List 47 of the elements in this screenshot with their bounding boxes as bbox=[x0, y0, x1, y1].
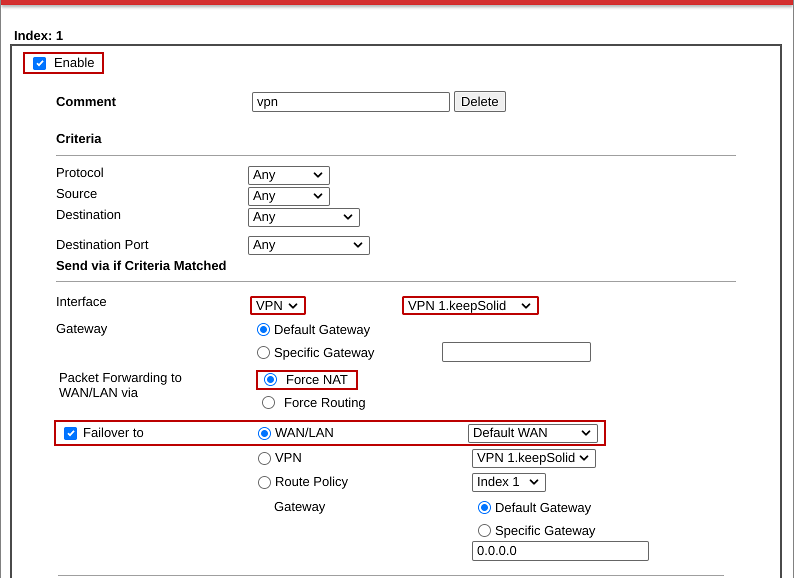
radio-label: Specific Gateway bbox=[495, 522, 596, 540]
criteria-label: Destination bbox=[56, 206, 122, 224]
gateway-label: Gateway bbox=[56, 320, 108, 338]
radio-label: VPN bbox=[275, 449, 302, 468]
section-title: Send via if Criteria Matched bbox=[56, 256, 228, 274]
dropdown[interactable]: VPN bbox=[250, 296, 306, 315]
enable-label: Enable bbox=[54, 54, 94, 72]
radio-button[interactable] bbox=[262, 396, 275, 409]
radio-label: Default Gateway bbox=[274, 320, 370, 339]
radio-label: Specific Gateway bbox=[274, 344, 374, 362]
radio-button[interactable] bbox=[264, 373, 277, 386]
input-field[interactable]: 0.0.0.0 bbox=[472, 541, 649, 561]
dropdown[interactable]: Any bbox=[248, 236, 370, 254]
radio-label: Force Routing bbox=[284, 394, 366, 412]
input-field[interactable]: vpn bbox=[252, 92, 450, 112]
dropdown[interactable]: Any bbox=[248, 208, 360, 226]
delete-button[interactable]: Delete bbox=[454, 91, 506, 112]
dropdown[interactable]: Any bbox=[248, 186, 330, 206]
criteria-label: Protocol bbox=[56, 164, 105, 182]
dropdown[interactable]: VPN 1.keepSolid bbox=[402, 296, 539, 315]
radio-button[interactable] bbox=[258, 476, 271, 488]
packet-forwarding-label: Packet Forwarding to WAN/LAN via bbox=[58, 370, 183, 402]
index-label: Index: 1 bbox=[14, 27, 64, 42]
criteria-label: Destination Port bbox=[56, 236, 150, 254]
dropdown[interactable]: Index 1 bbox=[472, 472, 546, 492]
criteria-label: Source bbox=[56, 185, 98, 204]
failover-label: Failover to bbox=[83, 424, 144, 442]
radio-label: WAN/LAN bbox=[275, 424, 334, 442]
dropdown[interactable]: VPN 1.keepSolid bbox=[472, 448, 596, 468]
interface-label: Interface bbox=[56, 293, 108, 311]
radio-button[interactable] bbox=[478, 524, 491, 537]
dropdown[interactable]: Any bbox=[248, 166, 330, 184]
checkbox[interactable] bbox=[64, 426, 77, 440]
section-title: Criteria bbox=[56, 130, 103, 148]
radio-button[interactable] bbox=[257, 322, 270, 336]
dropdown[interactable]: Default WAN bbox=[468, 424, 598, 442]
radio-label: Route Policy bbox=[275, 473, 348, 492]
checkbox[interactable] bbox=[33, 56, 46, 70]
comment-label: Comment bbox=[56, 92, 117, 111]
radio-label: Force NAT bbox=[286, 370, 348, 389]
radio-label: Default Gateway bbox=[495, 498, 592, 517]
input-field[interactable] bbox=[442, 342, 591, 362]
radio-button[interactable] bbox=[257, 346, 270, 359]
radio-button[interactable] bbox=[478, 500, 491, 514]
radio-button[interactable] bbox=[258, 452, 271, 464]
radio-button[interactable] bbox=[258, 426, 271, 440]
gateway-label: Gateway bbox=[274, 498, 326, 516]
